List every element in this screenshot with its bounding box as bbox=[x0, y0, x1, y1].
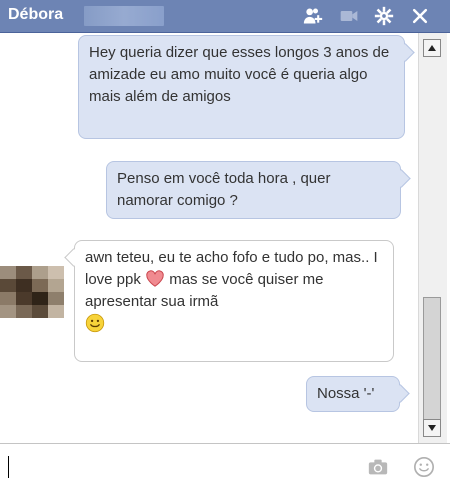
triangle-down-icon bbox=[428, 425, 436, 431]
heart-icon bbox=[146, 270, 164, 287]
message-text: Hey queria dizer que esses longos 3 anos… bbox=[89, 44, 390, 105]
camera-icon[interactable] bbox=[366, 456, 390, 478]
message-input[interactable] bbox=[2, 450, 356, 484]
message-text: Nossa '-' bbox=[317, 385, 375, 402]
triangle-up-icon bbox=[428, 45, 436, 51]
message-bubble-sent: Penso em você toda hora , quer namorar c… bbox=[106, 161, 401, 219]
message-list[interactable]: Hey queria dizer que esses longos 3 anos… bbox=[0, 33, 418, 443]
close-icon[interactable] bbox=[409, 5, 431, 27]
avatar[interactable] bbox=[0, 266, 64, 318]
message-bubble-received: awn teteu, eu te acho fofo e tudo po, ma… bbox=[74, 240, 394, 362]
message-bubble-sent: Nossa '-' bbox=[306, 376, 400, 412]
message-text: Penso em você toda hora , quer namorar c… bbox=[117, 170, 331, 209]
smiley-icon bbox=[85, 313, 105, 333]
scroll-up-button[interactable] bbox=[423, 39, 441, 57]
message-bubble-sent: Hey queria dizer que esses longos 3 anos… bbox=[78, 35, 405, 139]
add-friends-icon[interactable] bbox=[302, 5, 324, 27]
scroll-thumb[interactable] bbox=[423, 297, 441, 421]
chat-header: Débora bbox=[0, 0, 450, 33]
text-caret bbox=[8, 456, 9, 478]
emoticon-icon[interactable] bbox=[412, 456, 436, 478]
scroll-down-button[interactable] bbox=[423, 419, 441, 437]
video-call-icon[interactable] bbox=[338, 5, 360, 27]
settings-gear-icon[interactable] bbox=[373, 5, 395, 27]
contact-name[interactable]: Débora bbox=[8, 6, 63, 24]
message-composer bbox=[0, 443, 450, 489]
chat-scrollbar[interactable] bbox=[418, 33, 447, 443]
redacted-surname bbox=[84, 6, 164, 26]
